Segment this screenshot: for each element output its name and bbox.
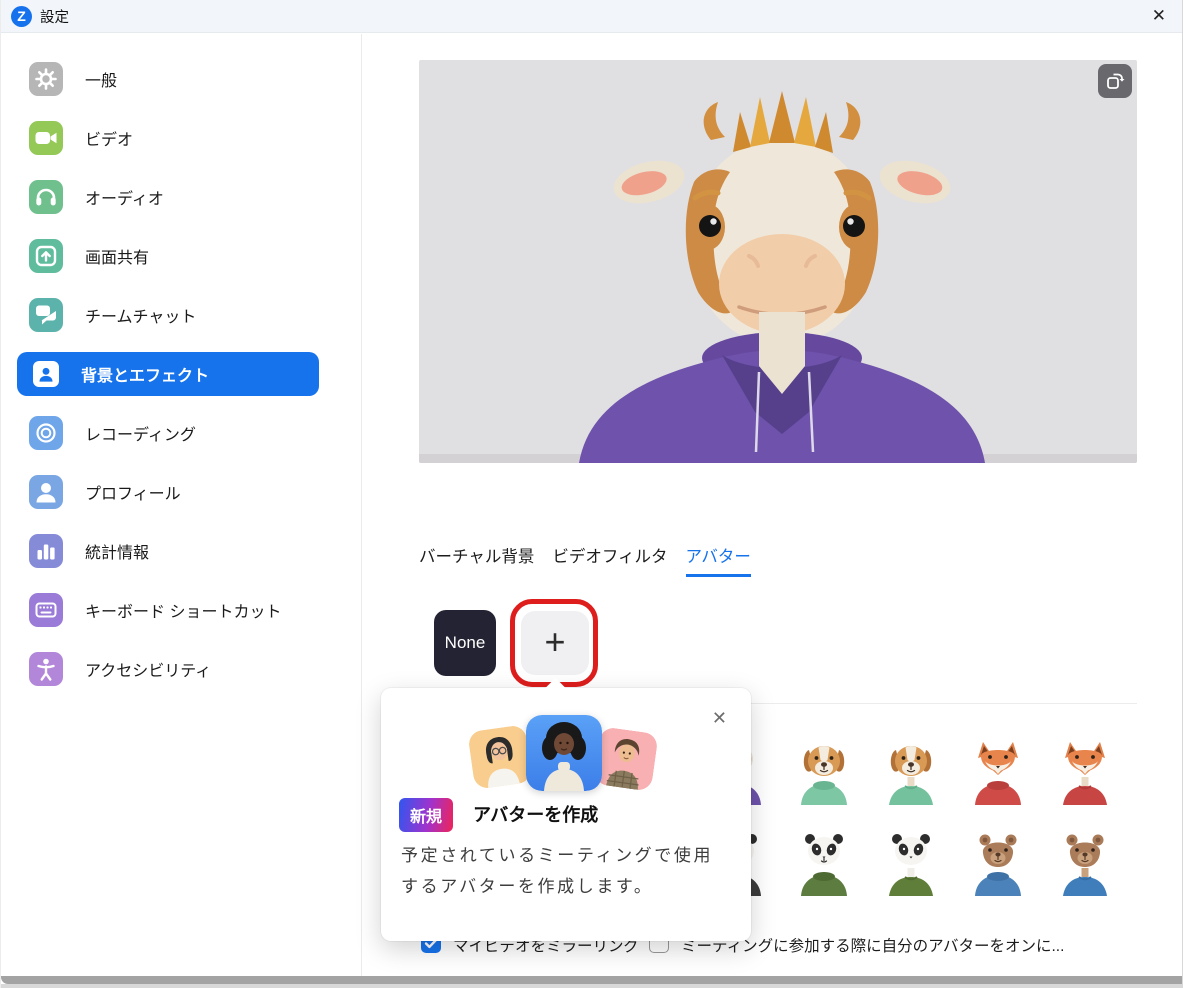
sidebar-item-label: アクセシビリティ (85, 657, 211, 681)
dog-teal-tshirt-avatar[interactable] (879, 739, 943, 805)
sidebar-item-recording[interactable]: レコーディング (17, 411, 319, 455)
keyboard-icon (29, 593, 63, 627)
popup-description: 予定されているミーティングで使用するアバターを作成します。 (401, 840, 731, 903)
tab-virtual-background[interactable]: バーチャル背景 (419, 543, 534, 577)
window-title: 設定 (40, 6, 69, 27)
sidebar-item-label: 背景とエフェクト (81, 362, 209, 386)
sidebar-item-label: プロフィール (85, 480, 181, 504)
titlebar: Z 設定 ✕ (1, 0, 1182, 33)
window-bottom-shadow (1, 984, 1182, 988)
tab-video-filter[interactable]: ビデオフィルタ (552, 543, 667, 577)
sidebar-item-keyboard-shortcuts[interactable]: キーボード ショートカット (17, 588, 319, 632)
fox-red-tshirt-avatar[interactable] (1053, 739, 1117, 805)
sidebar-item-team-chat[interactable]: チームチャット (17, 293, 319, 337)
window-close-button[interactable]: ✕ (1152, 5, 1166, 27)
sidebar-item-label: レコーディング (85, 421, 196, 445)
panda-green-tshirt-avatar[interactable] (879, 830, 943, 896)
screen-share-icon (29, 239, 63, 273)
dog-teal-hoodie-avatar[interactable] (792, 739, 856, 805)
sidebar-item-label: 統計情報 (85, 539, 149, 563)
sidebar-item-profile[interactable]: プロフィール (17, 470, 319, 514)
none-button-label: None (445, 633, 486, 653)
sidebar: 一般 ビデオ オーディオ 画面共有 チームチャット 背景とエフェクト レコーディ… (1, 34, 361, 976)
accessibility-icon (29, 652, 63, 686)
fox-red-hoodie-avatar[interactable] (966, 739, 1030, 805)
tab-avatar[interactable]: アバター (686, 543, 751, 577)
add-avatar-button[interactable]: + (521, 611, 589, 675)
rotate-icon (1105, 71, 1125, 91)
sidebar-item-accessibility[interactable]: アクセシビリティ (17, 647, 319, 691)
person-glasses-avatar (467, 724, 533, 790)
headphones-icon (29, 180, 63, 214)
zoom-logo-letter: Z (17, 8, 26, 24)
statistics-icon (29, 534, 63, 568)
sidebar-item-label: ビデオ (85, 126, 133, 150)
gear-icon (29, 62, 63, 96)
popup-title: アバターを作成 (473, 801, 598, 827)
rotate-avatar-button[interactable] (1098, 64, 1132, 98)
sidebar-item-statistics[interactable]: キーボード ショートカット 統計情報 (17, 529, 319, 573)
team-chat-icon (29, 298, 63, 332)
person-curly-hair-avatar (526, 715, 602, 791)
cow-avatar-preview-image (419, 60, 1137, 463)
sidebar-item-general[interactable]: 一般 (17, 57, 319, 101)
new-badge: 新規 (399, 798, 453, 832)
content-area: バーチャル背景 ビデオフィルタ アバター None + (362, 34, 1182, 976)
sidebar-item-label: キーボード ショートカット (85, 598, 281, 622)
plus-icon: + (544, 624, 565, 660)
sidebar-item-label: 一般 (85, 67, 117, 91)
avatar-preview (419, 60, 1137, 463)
sidebar-item-label: チームチャット (85, 303, 196, 327)
popup-arrow (545, 678, 566, 699)
sidebar-item-background-effects[interactable]: 背景とエフェクト (17, 352, 319, 396)
window-bottom-border (1, 976, 1182, 984)
zoom-logo-icon: Z (11, 6, 32, 27)
bear-blue-hoodie-avatar[interactable] (966, 830, 1030, 896)
background-effects-icon (33, 361, 59, 387)
video-camera-icon (29, 121, 63, 155)
effects-tabs: バーチャル背景 ビデオフィルタ アバター (419, 543, 751, 577)
bear-blue-tshirt-avatar[interactable] (1053, 830, 1117, 896)
zoom-settings-window: Z 設定 ✕ 一般 ビデオ オーディオ 画面共有 チームチャット 背景とエフェク… (0, 0, 1183, 988)
recording-icon (29, 416, 63, 450)
profile-icon (29, 475, 63, 509)
sidebar-item-audio[interactable]: オーディオ (17, 175, 319, 219)
sidebar-item-video[interactable]: ビデオ (17, 116, 319, 160)
create-avatar-popup: ✕ 新規 アバターを作成 予定されているミーティングで使用するアバターを作成しま… (381, 688, 751, 941)
popup-close-button[interactable]: ✕ (712, 708, 727, 729)
avatar-none-button[interactable]: None (434, 610, 496, 676)
sidebar-item-screen-share[interactable]: 画面共有 (17, 234, 319, 278)
panda-green-hoodie-avatar[interactable] (792, 830, 856, 896)
sidebar-item-label: 画面共有 (85, 244, 149, 268)
sidebar-item-label: オーディオ (85, 185, 164, 209)
person-plaid-shirt-avatar (593, 726, 659, 792)
